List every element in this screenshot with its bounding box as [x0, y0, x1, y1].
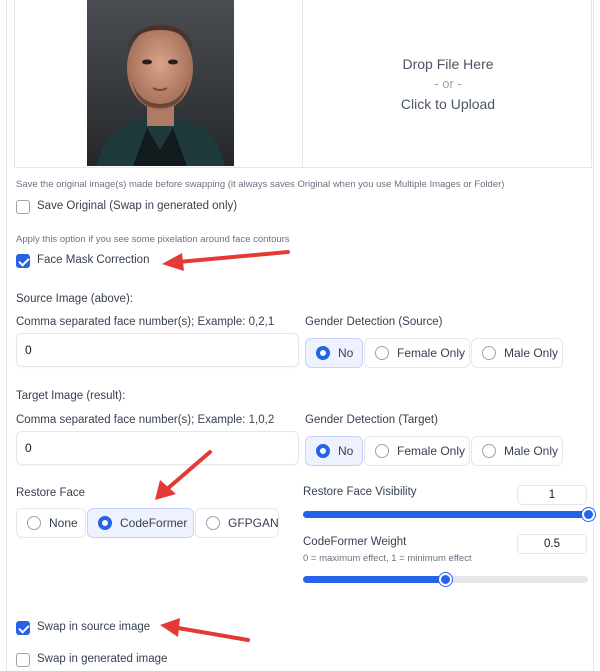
radio-icon	[316, 346, 330, 360]
restore-gfpgan[interactable]: GFPGAN	[195, 508, 279, 538]
face-mask-hint: Apply this option if you see some pixela…	[16, 234, 290, 245]
radio-icon	[482, 444, 496, 458]
click-to-upload-text: Click to Upload	[400, 95, 496, 112]
source-gender-male[interactable]: Male Only	[471, 338, 563, 368]
cf-weight-label: CodeFormer Weight	[303, 536, 407, 548]
swap-generated-checkbox[interactable]	[16, 653, 30, 667]
target-gender-male[interactable]: Male Only	[471, 436, 563, 466]
face-mask-checkbox[interactable]	[16, 254, 30, 268]
visibility-slider-fill	[303, 511, 588, 518]
save-original-label[interactable]: Save Original (Swap in generated only)	[37, 200, 237, 212]
or-text: - or -	[434, 75, 462, 91]
restore-none[interactable]: None	[16, 508, 86, 538]
radio-icon	[98, 516, 112, 530]
drop-file-text: Drop File Here	[402, 55, 494, 72]
cf-weight-hint: 0 = maximum effect, 1 = minimum effect	[303, 553, 472, 564]
restore-codeformer[interactable]: CodeFormer	[87, 508, 194, 538]
source-image-preview[interactable]	[15, 0, 303, 167]
target-gender-female[interactable]: Female Only	[364, 436, 470, 466]
drop-file-area[interactable]: Drop File Here - or - Click to Upload	[304, 0, 592, 167]
target-faces-label: Comma separated face number(s); Example:…	[16, 414, 275, 426]
save-original-hint: Save the original image(s) made before s…	[16, 179, 505, 190]
image-upload-zone[interactable]: Drop File Here - or - Click to Upload	[14, 0, 592, 168]
swap-source-checkbox[interactable]	[16, 621, 30, 635]
source-faces-label: Comma separated face number(s); Example:…	[16, 316, 275, 328]
source-face-image	[87, 0, 234, 166]
target-gender-no[interactable]: No	[305, 436, 363, 466]
radio-icon	[27, 516, 41, 530]
visibility-value-input[interactable]: 1	[517, 485, 587, 505]
source-faces-input[interactable]: 0	[16, 333, 299, 367]
target-gender-label: Gender Detection (Target)	[305, 414, 438, 426]
source-gender-female[interactable]: Female Only	[364, 338, 470, 368]
cf-weight-slider-fill	[303, 576, 446, 583]
visibility-slider-thumb[interactable]	[581, 508, 595, 521]
source-section-title: Source Image (above):	[16, 293, 133, 305]
source-gender-label: Gender Detection (Source)	[305, 316, 443, 328]
cf-weight-slider-thumb[interactable]	[439, 573, 452, 586]
radio-icon	[316, 444, 330, 458]
target-faces-input[interactable]: 0	[16, 431, 299, 465]
cf-weight-value-input[interactable]: 0.5	[517, 534, 587, 554]
save-original-checkbox[interactable]	[16, 200, 30, 214]
target-section-title: Target Image (result):	[16, 390, 126, 402]
swap-source-label[interactable]: Swap in source image	[37, 621, 150, 633]
radio-icon	[375, 444, 389, 458]
face-mask-label[interactable]: Face Mask Correction	[37, 254, 149, 266]
visibility-slider[interactable]	[303, 508, 595, 521]
radio-icon	[375, 346, 389, 360]
visibility-label: Restore Face Visibility	[303, 486, 417, 498]
restore-face-label: Restore Face	[16, 487, 86, 499]
source-gender-no[interactable]: No	[305, 338, 363, 368]
cf-weight-slider[interactable]	[303, 573, 588, 586]
swap-generated-label[interactable]: Swap in generated image	[37, 653, 167, 665]
radio-icon	[206, 516, 220, 530]
radio-icon	[482, 346, 496, 360]
